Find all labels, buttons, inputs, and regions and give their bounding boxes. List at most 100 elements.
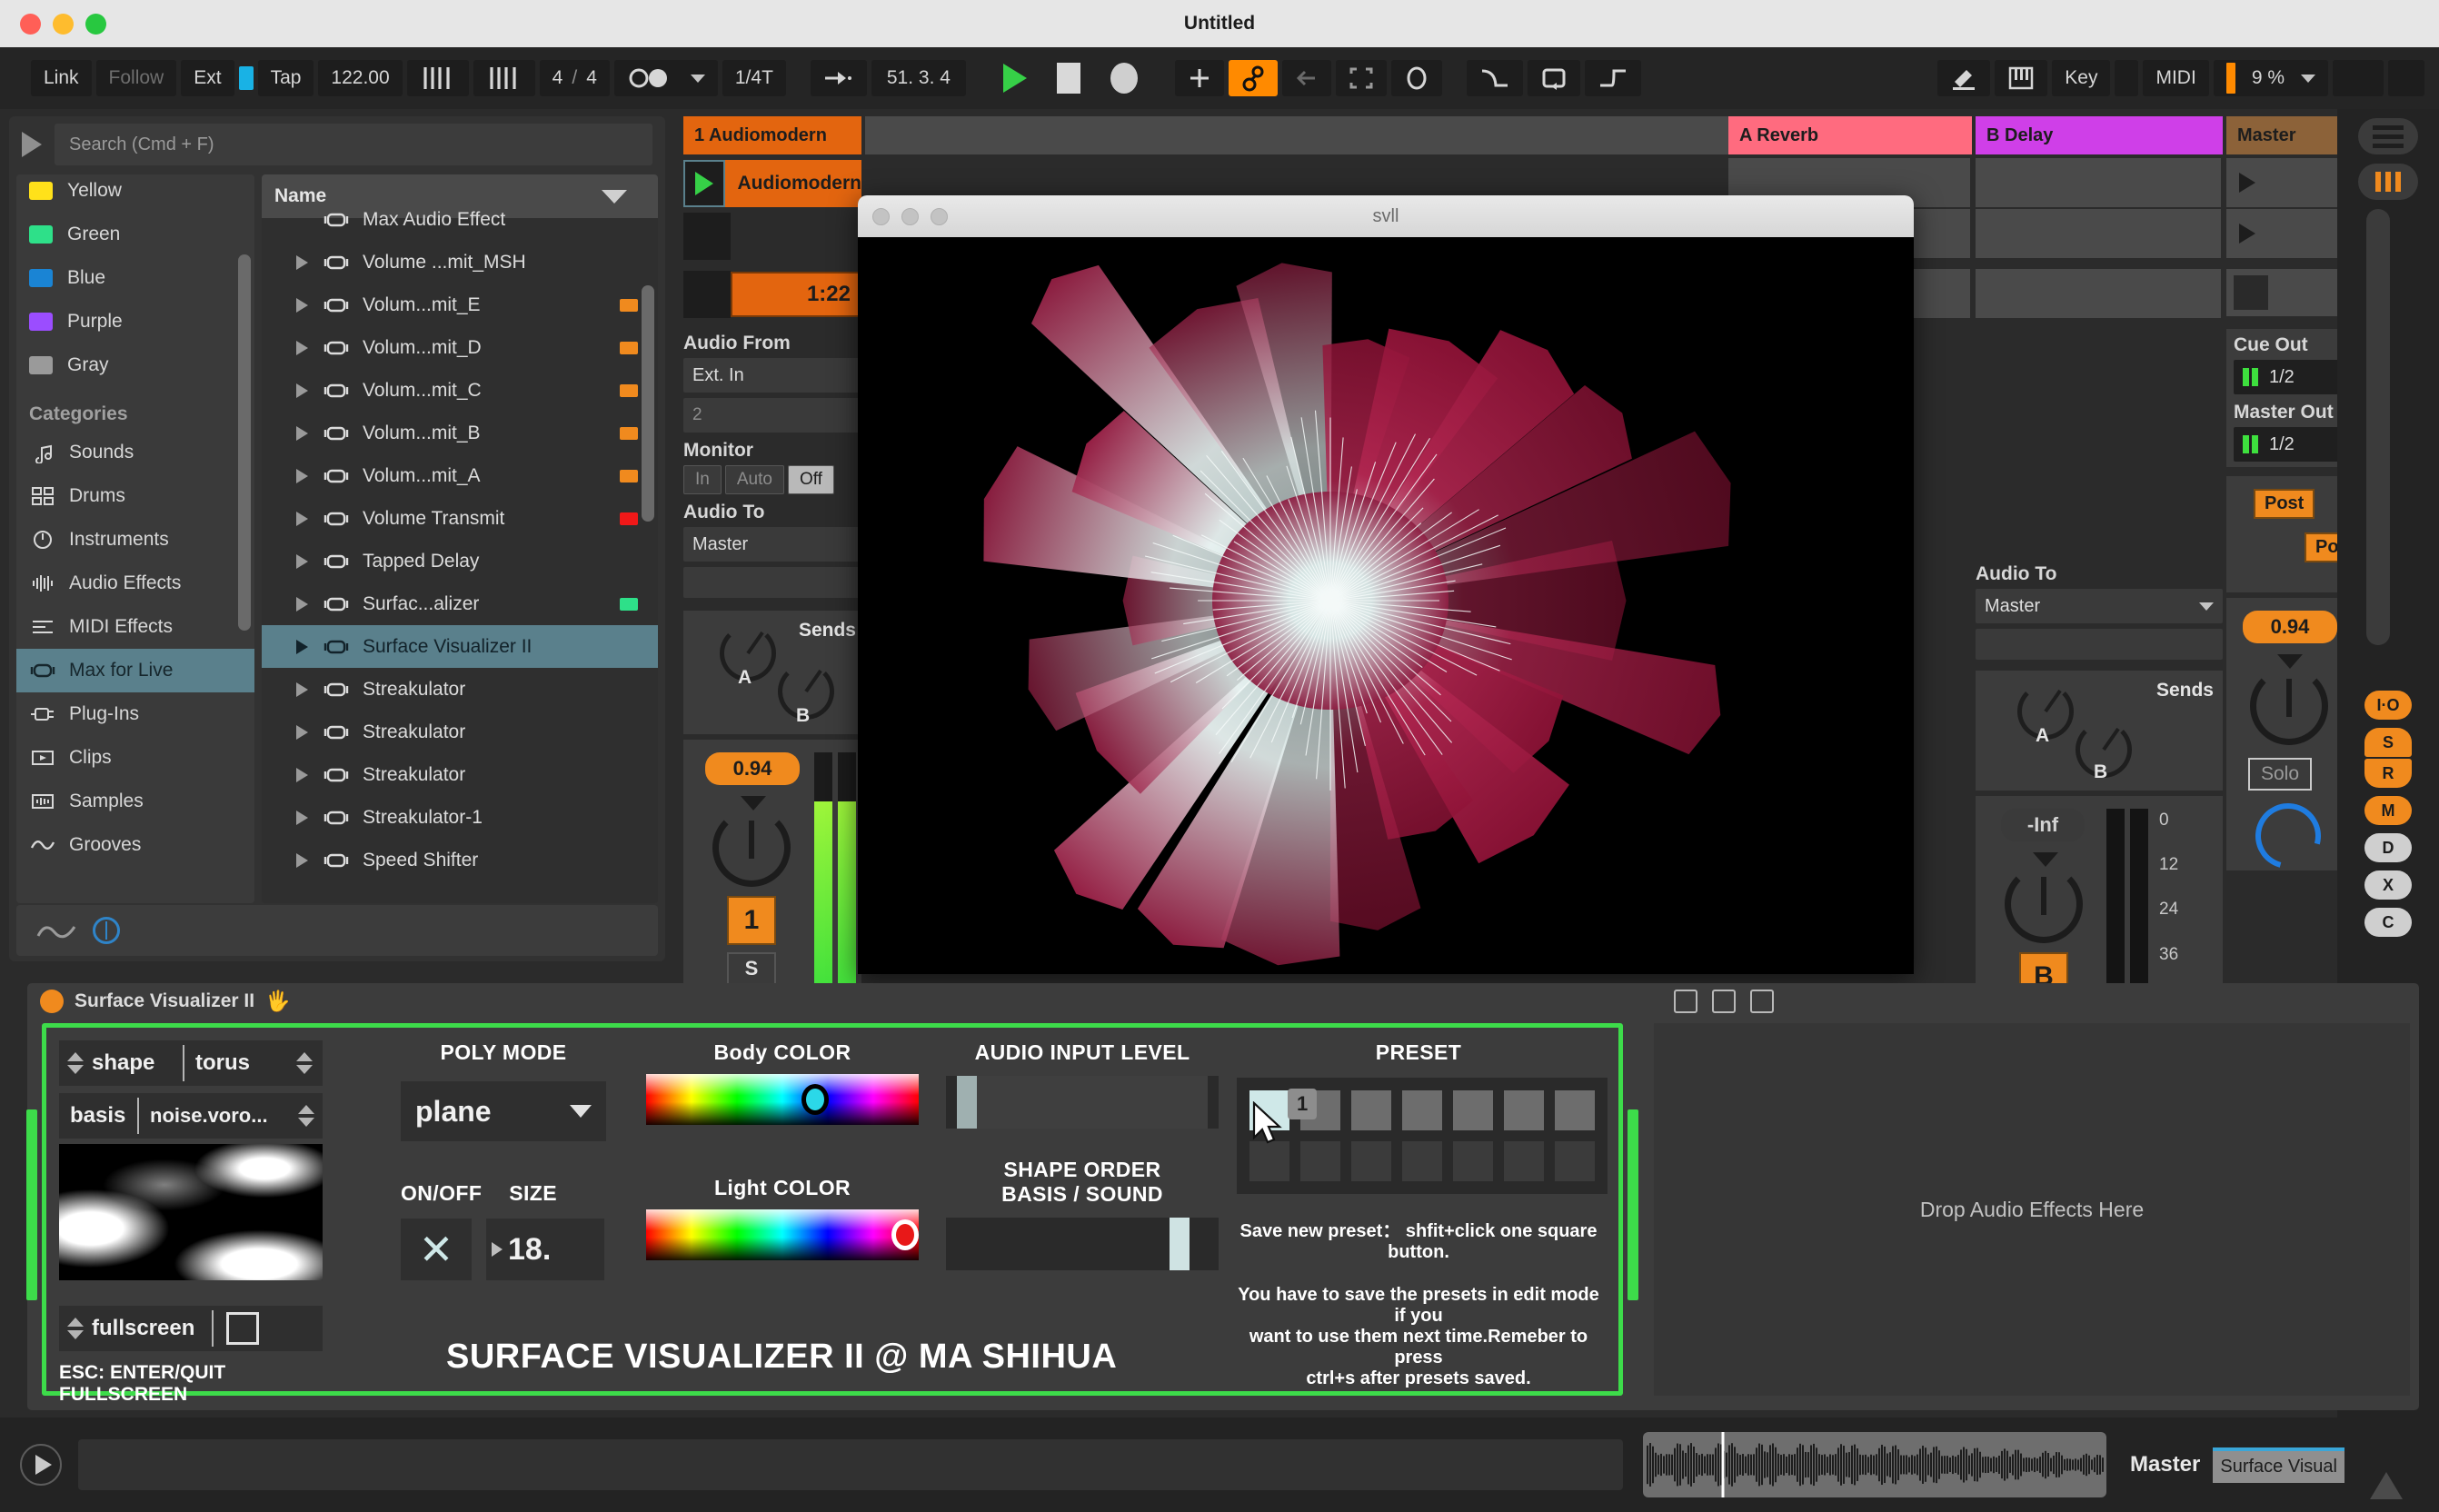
device-power-button[interactable] bbox=[40, 990, 64, 1013]
master-volume-value[interactable]: 0.94 bbox=[2243, 611, 2337, 643]
search-input[interactable]: Search (Cmd + F) bbox=[55, 124, 652, 165]
draw-mode-button[interactable] bbox=[1937, 60, 1990, 96]
sort-caret-icon[interactable] bbox=[602, 190, 627, 204]
metronome-nudge-up-button[interactable] bbox=[473, 60, 535, 96]
expand-arrow-icon[interactable] bbox=[296, 554, 308, 569]
rail-button-x[interactable]: X bbox=[2364, 870, 2412, 900]
scene-2-launch-icon[interactable] bbox=[2239, 224, 2255, 244]
send-a-post-button[interactable]: Post bbox=[2254, 489, 2315, 519]
device-list-item[interactable]: Surfac...alizer bbox=[262, 582, 658, 625]
audio-from-select[interactable]: Ext. In bbox=[683, 358, 861, 393]
status-play-button[interactable] bbox=[20, 1444, 62, 1486]
track-1-volume-knob[interactable] bbox=[712, 809, 791, 887]
monitor-auto-button[interactable]: Auto bbox=[725, 465, 784, 494]
rail-button-c[interactable]: C bbox=[2364, 908, 2412, 937]
globe-icon[interactable] bbox=[93, 917, 120, 944]
automation-arm-button[interactable] bbox=[1229, 60, 1278, 96]
return-b-volume-knob[interactable] bbox=[2005, 865, 2083, 943]
basis-selector[interactable]: basis noise.voro... bbox=[59, 1093, 323, 1139]
rail-button-s[interactable]: S bbox=[2364, 728, 2412, 757]
quantize-field[interactable]: 1/4T bbox=[722, 60, 786, 96]
return-b-audio-to-channel[interactable] bbox=[1976, 629, 2223, 660]
status-message-field[interactable] bbox=[78, 1439, 1623, 1490]
size-stepper-icon[interactable] bbox=[492, 1242, 503, 1257]
metronome-caret-icon[interactable] bbox=[691, 75, 705, 83]
monitor-selector[interactable]: In Auto Off bbox=[683, 465, 861, 494]
metronome-nudge-down-button[interactable] bbox=[407, 60, 469, 96]
device-list-item[interactable]: Speed Shifter bbox=[262, 839, 658, 881]
cpu-meter[interactable]: 9 % bbox=[2214, 60, 2328, 96]
sidebar-item-clips[interactable]: Clips bbox=[16, 736, 254, 780]
fade-out-button[interactable] bbox=[1585, 60, 1641, 96]
device-list-scrollbar[interactable] bbox=[642, 285, 654, 522]
rail-button-d[interactable]: D bbox=[2364, 833, 2412, 862]
track-1-clip-slot-2[interactable] bbox=[683, 209, 861, 260]
light-color-picker[interactable] bbox=[646, 1209, 919, 1260]
return-b-audio-to-select[interactable]: Master bbox=[1976, 589, 2223, 623]
body-color-handle[interactable] bbox=[801, 1084, 829, 1115]
expand-arrow-icon[interactable] bbox=[296, 811, 308, 825]
preset-slot[interactable] bbox=[1453, 1090, 1493, 1130]
arrangement-loop-button[interactable] bbox=[811, 60, 867, 96]
expand-arrow-icon[interactable] bbox=[296, 469, 308, 483]
plugin-window-title-bar[interactable]: svll bbox=[858, 195, 1914, 237]
fullscreen-toggle-row[interactable]: fullscreen bbox=[59, 1306, 323, 1351]
track-1-scene-slot[interactable]: 1:22 bbox=[683, 269, 861, 320]
light-color-handle[interactable] bbox=[891, 1219, 919, 1250]
stop-button[interactable] bbox=[1044, 60, 1093, 96]
expand-arrow-icon[interactable] bbox=[296, 298, 308, 313]
expand-arrow-icon[interactable] bbox=[296, 682, 308, 697]
cue-volume-knob[interactable] bbox=[2244, 791, 2333, 880]
return-b-name[interactable]: B Delay bbox=[1976, 116, 2223, 154]
browser-collapse-icon[interactable] bbox=[22, 132, 42, 157]
shape-value-stepper-icon[interactable] bbox=[295, 1052, 314, 1074]
sidebar-item-plug-ins[interactable]: Plug-Ins bbox=[16, 692, 254, 736]
chevron-down-icon[interactable] bbox=[2199, 602, 2214, 611]
fade-in-button[interactable] bbox=[1467, 60, 1523, 96]
expand-arrow-icon[interactable] bbox=[296, 725, 308, 740]
track-1-name[interactable]: 1 Audiomodern bbox=[683, 116, 861, 154]
preset-grid[interactable]: 1 bbox=[1237, 1078, 1608, 1194]
time-signature[interactable]: 4 / 4 bbox=[540, 60, 610, 96]
sidebar-item-samples[interactable]: Samples bbox=[16, 780, 254, 823]
preset-slot[interactable] bbox=[1453, 1141, 1493, 1181]
body-color-picker[interactable] bbox=[646, 1074, 919, 1125]
session-view-toggle[interactable] bbox=[2358, 118, 2418, 154]
rail-button-r[interactable]: R bbox=[2364, 759, 2412, 788]
clip-stop-button[interactable] bbox=[683, 213, 731, 260]
rail-button-m[interactable]: M bbox=[2364, 796, 2412, 825]
return-b-volume-value[interactable]: -Inf bbox=[2001, 809, 2085, 841]
master-stop-button[interactable] bbox=[2234, 275, 2268, 310]
expand-arrow-icon[interactable] bbox=[296, 640, 308, 654]
preset-slot[interactable] bbox=[1300, 1141, 1340, 1181]
sidebar-item-max-for-live[interactable]: Max for Live bbox=[16, 649, 254, 692]
device-list-item[interactable]: Volum...mit_E bbox=[262, 284, 658, 326]
expand-arrow-icon[interactable] bbox=[296, 853, 308, 868]
basis-stepper-icon[interactable] bbox=[297, 1105, 315, 1127]
expand-arrow-icon[interactable] bbox=[296, 426, 308, 441]
device-list-item[interactable]: Volum...mit_D bbox=[262, 326, 658, 369]
capture-button[interactable] bbox=[1336, 60, 1387, 96]
device-list-item[interactable]: Streakulator bbox=[262, 668, 658, 711]
tempo-field[interactable]: 122.00 bbox=[318, 60, 402, 96]
clip-title[interactable]: Audiomodern bbox=[725, 160, 862, 207]
sidebar-item-sounds[interactable]: Sounds bbox=[16, 431, 254, 474]
track-1-solo-button[interactable]: S bbox=[727, 952, 776, 985]
play-button[interactable] bbox=[991, 60, 1040, 96]
return-a-name[interactable]: A Reverb bbox=[1728, 116, 1972, 154]
onoff-toggle[interactable]: ✕ bbox=[401, 1219, 472, 1280]
expand-arrow-icon[interactable] bbox=[296, 255, 308, 270]
track-1-clip-slot-1[interactable]: Audiomodern bbox=[683, 158, 861, 209]
fullscreen-checkbox[interactable] bbox=[226, 1312, 259, 1345]
device-list-item[interactable]: Streakulator bbox=[262, 753, 658, 796]
sidebar-item-drums[interactable]: Drums bbox=[16, 474, 254, 518]
expand-arrow-icon[interactable] bbox=[296, 768, 308, 782]
preset-slot[interactable] bbox=[1402, 1090, 1442, 1130]
device-edit-icon[interactable] bbox=[1750, 990, 1774, 1013]
expand-arrow-icon[interactable] bbox=[296, 383, 308, 398]
audio-to-select[interactable]: Master bbox=[683, 527, 861, 562]
device-list-item[interactable]: Tapped Delay bbox=[262, 540, 658, 582]
clip-waveform-preview[interactable] bbox=[1643, 1432, 2106, 1497]
playback-position-field[interactable]: 51. 3. 4 bbox=[871, 60, 966, 96]
sidebar-item-grooves[interactable]: Grooves bbox=[16, 823, 254, 867]
